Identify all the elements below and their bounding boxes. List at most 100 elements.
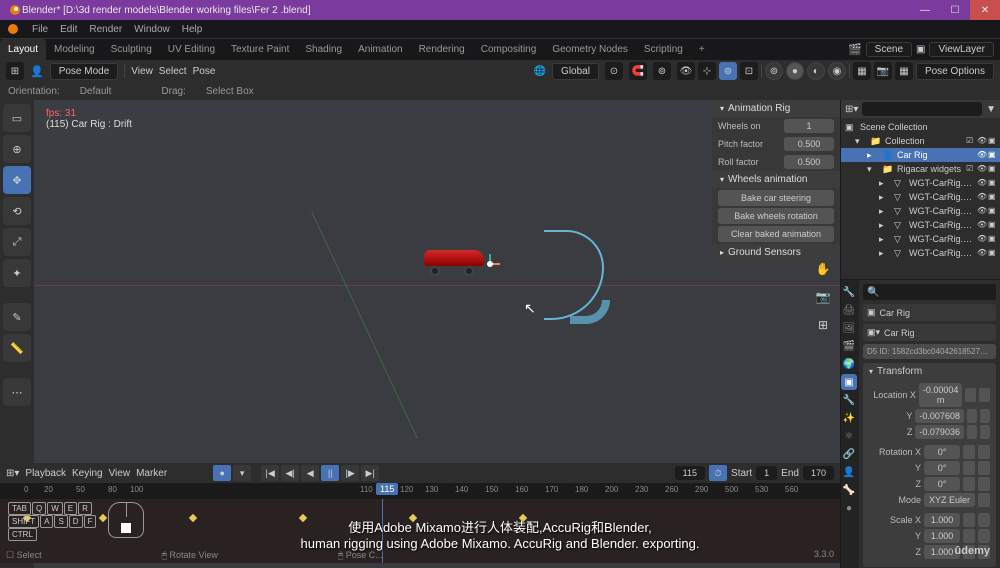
data-breadcrumb[interactable]: ▣▾Car Rig (863, 324, 996, 341)
maximize-button[interactable]: ☐ (940, 0, 970, 20)
rotx-value[interactable]: 0° (924, 445, 960, 459)
rotz-value[interactable]: 0° (924, 477, 960, 491)
clear-baked-animation-button[interactable]: Clear baked animation (718, 226, 834, 242)
proptab-scene[interactable]: 🎬 (841, 338, 857, 354)
proportional-icon[interactable]: ⊚ (653, 62, 671, 80)
menu-help[interactable]: Help (176, 24, 209, 35)
animation-path-segment[interactable] (570, 300, 610, 324)
rotation-mode[interactable]: XYZ Euler (924, 493, 975, 507)
proptab-data[interactable]: 👤 (841, 464, 857, 480)
outliner-item[interactable]: ▸▽WGT-CarRig.Root👁▣ (841, 218, 1000, 232)
workspace-rendering[interactable]: Rendering (411, 39, 473, 61)
outliner-filter-icon[interactable]: ▼ (986, 104, 996, 115)
workspace-add[interactable]: + (691, 39, 713, 61)
end-frame-input[interactable]: 170 (803, 466, 834, 480)
tool-extra[interactable]: ⋯ (3, 378, 31, 406)
camera-icon-btn[interactable]: 📷 (874, 62, 892, 80)
snap-icon[interactable]: 🧲 (629, 62, 647, 80)
camera-icon[interactable]: 📷 (812, 286, 834, 308)
outliner-menu-icon[interactable]: ⊞▾ (845, 104, 858, 115)
transform-orientation[interactable]: Global (552, 63, 599, 80)
object-breadcrumb[interactable]: ▣Car Rig (863, 304, 996, 321)
menu-render[interactable]: Render (83, 24, 128, 35)
workspace-scripting[interactable]: Scripting (636, 39, 691, 61)
transform-header[interactable]: ▾Transform (863, 363, 996, 380)
properties-search[interactable]: 🔍 (863, 284, 996, 300)
proptab-world[interactable]: 🌍 (841, 356, 857, 372)
bake-car-steering-button[interactable]: Bake car steering (718, 190, 834, 206)
outliner-item[interactable]: ▸▽WGT-CarRig.DriftHand👁▣ (841, 176, 1000, 190)
jump-start-button[interactable]: |◀ (261, 465, 279, 481)
shading-solid[interactable]: ● (786, 62, 804, 80)
toolbar-select[interactable]: Select (159, 66, 187, 77)
pause-button[interactable]: || (321, 465, 339, 481)
drag-value[interactable]: Select Box (198, 85, 262, 98)
timeline-ruler[interactable]: 0 20 50 80 100 110 115 120 130 140 150 1… (0, 483, 840, 499)
lock-icon[interactable] (965, 388, 976, 402)
options-icon[interactable]: ▦ (895, 62, 913, 80)
tl-marker[interactable]: Marker (136, 468, 167, 479)
workspace-sculpting[interactable]: Sculpting (103, 39, 160, 61)
menu-window[interactable]: Window (128, 24, 176, 35)
proptab-particles[interactable]: ✨ (841, 410, 857, 426)
menu-file[interactable]: File (26, 24, 54, 35)
toolbar-pose[interactable]: Pose (193, 66, 216, 77)
outliner-item[interactable]: ▸▽WGT-CarRig.GroundSe👁▣ (841, 204, 1000, 218)
prev-keyframe-button[interactable]: ◀| (281, 465, 299, 481)
shading-rendered[interactable]: ◉ (828, 62, 846, 80)
tool-cursor[interactable]: ⊕ (3, 135, 31, 163)
locz-value[interactable]: -0.079036 (915, 425, 964, 439)
current-frame-input[interactable]: 115 (675, 466, 705, 480)
workspace-texturepaint[interactable]: Texture Paint (223, 39, 297, 61)
key-icon[interactable] (979, 388, 990, 402)
overlay-toggle[interactable]: ⊚ (719, 62, 737, 80)
nsection-wheels-anim[interactable]: ▾Wheels animation (712, 171, 840, 188)
car-model[interactable] (424, 250, 494, 272)
tl-view[interactable]: View (109, 468, 131, 479)
outliner-scene-collection[interactable]: ▣ Scene Collection (841, 120, 1000, 134)
tl-playback[interactable]: Playback (25, 468, 66, 479)
viewlayer-selector[interactable]: ViewLayer (929, 42, 994, 57)
close-button[interactable]: ✕ (970, 0, 1000, 20)
tool-measure[interactable]: 📏 (3, 334, 31, 362)
outliner-item[interactable]: ▸▽WGT-CarRig.Suspensi👁▣ (841, 246, 1000, 260)
tool-scale[interactable]: ⤢ (3, 228, 31, 256)
proptab-render[interactable]: 🔧 (841, 284, 857, 300)
gizmo-toggle[interactable]: ⊹ (698, 62, 716, 80)
preview-range-button[interactable]: ⏱ (709, 465, 727, 481)
npanel-icon[interactable]: ▦ (853, 62, 871, 80)
transform-gizmo[interactable] (480, 254, 500, 274)
autokey-mode[interactable]: ▾ (233, 465, 251, 481)
sclx-value[interactable]: 1.000 (924, 513, 960, 527)
mode-selector[interactable]: Pose Mode (50, 63, 119, 80)
tool-transform[interactable]: ✦ (3, 259, 31, 287)
shading-material[interactable]: ◐ (807, 62, 825, 80)
start-frame-input[interactable]: 1 (756, 466, 777, 480)
keyframe[interactable] (189, 514, 197, 522)
roty-value[interactable]: 0° (924, 461, 960, 475)
shading-wireframe[interactable]: ⊚ (765, 62, 783, 80)
proptab-modifier[interactable]: 🔧 (841, 392, 857, 408)
menu-edit[interactable]: Edit (54, 24, 83, 35)
locx-value[interactable]: -0.00004 m (919, 383, 963, 407)
tool-rotate[interactable]: ⟲ (3, 197, 31, 225)
scly-value[interactable]: 1.000 (924, 529, 960, 543)
pose-options[interactable]: Pose Options (916, 63, 994, 80)
play-reverse-button[interactable]: ◀ (301, 465, 319, 481)
next-keyframe-button[interactable]: |▶ (341, 465, 359, 481)
outliner-collection[interactable]: ▾📁 Collection ☑👁▣ (841, 134, 1000, 148)
btn1[interactable]: 👁 (677, 62, 695, 80)
workspace-layout[interactable]: Layout (0, 39, 46, 61)
playhead-label[interactable]: 115 (376, 483, 398, 495)
scene-selector[interactable]: Scene (866, 42, 912, 57)
workspace-shading[interactable]: Shading (297, 39, 350, 61)
roll-factor-value[interactable]: 0.500 (784, 155, 834, 169)
pan-icon[interactable]: ✋ (812, 258, 834, 280)
workspace-compositing[interactable]: Compositing (473, 39, 545, 61)
outliner-car-rig[interactable]: ▸👤 Car Rig 👁▣ (841, 148, 1000, 162)
pitch-factor-value[interactable]: 0.500 (784, 137, 834, 151)
proptab-material[interactable]: ● (841, 500, 857, 516)
workspace-uvediting[interactable]: UV Editing (160, 39, 223, 61)
perspective-icon[interactable]: ⊞ (812, 314, 834, 336)
nsection-ground-sensors[interactable]: ▸Ground Sensors (712, 244, 840, 261)
